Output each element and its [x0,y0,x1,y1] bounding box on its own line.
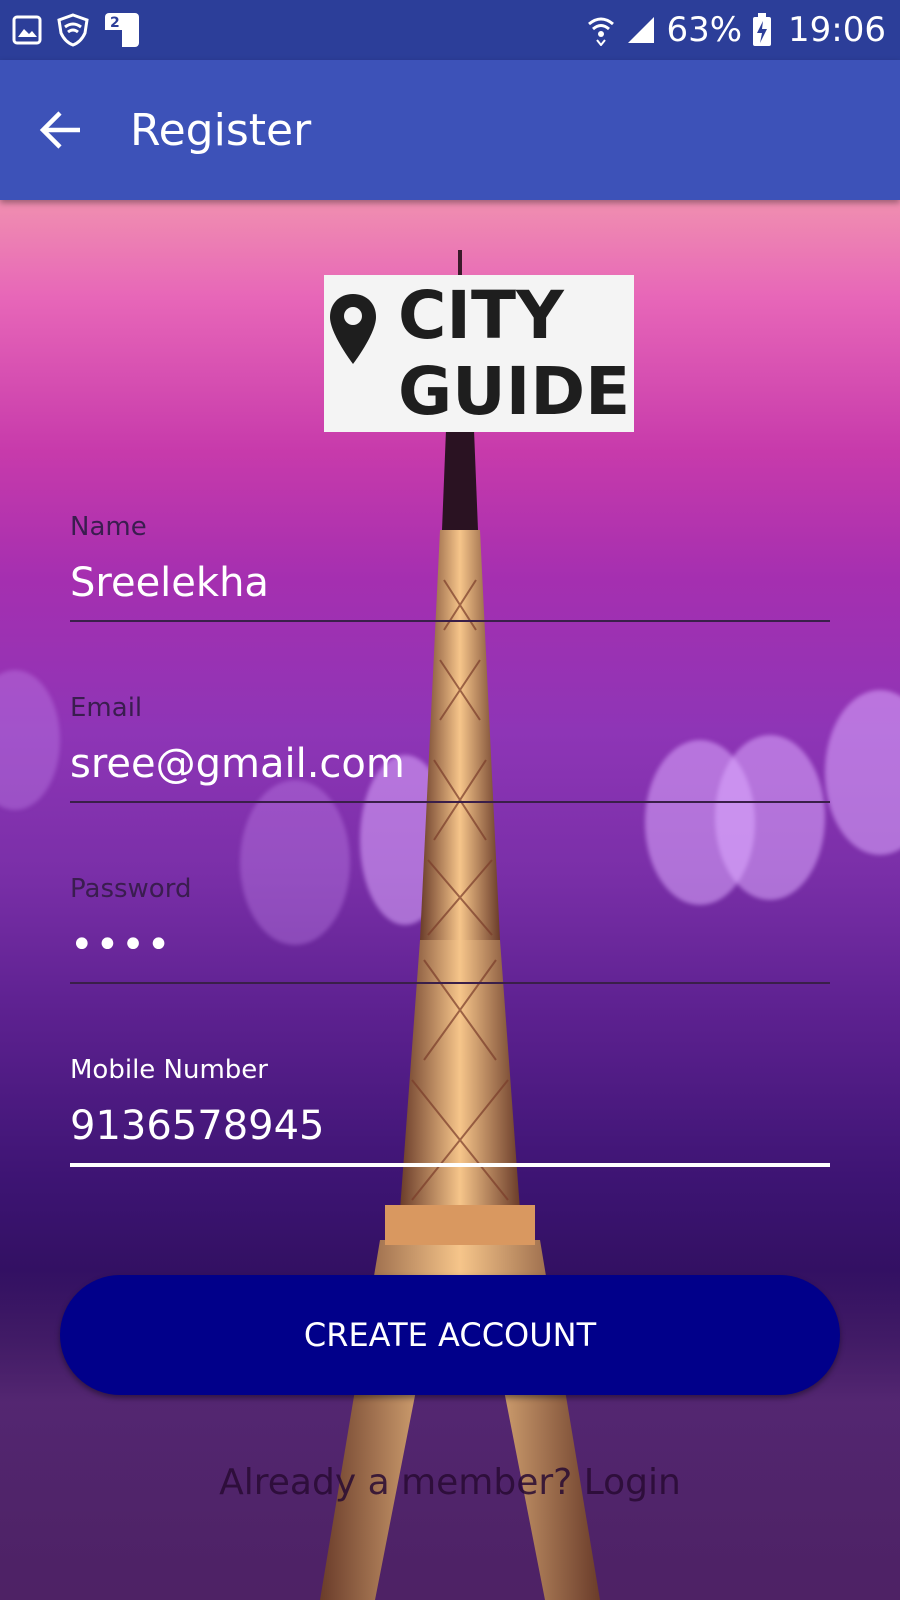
status-bar: 2 63% 19:06 [0,0,900,60]
logo-line-1: CITY [398,276,564,354]
email-label: Email [70,693,143,723]
name-label: Name [70,512,147,542]
email-field: Email sree@gmail.com [70,693,830,803]
signal-icon [626,15,656,45]
password-field: Password •••• [70,874,830,984]
login-link[interactable]: Already a member? Login [0,1462,900,1503]
wifi-icon [586,14,616,46]
mobile-label: Mobile Number [70,1055,268,1085]
city-guide-logo: CITY GUIDE [324,275,634,432]
back-button[interactable] [20,90,100,170]
battery-charging-icon [752,13,772,47]
arrow-back-icon [39,111,80,149]
clock: 19:06 [788,10,886,50]
email-input[interactable]: sree@gmail.com [70,741,830,803]
create-account-button[interactable]: CREATE ACCOUNT [60,1275,840,1395]
mobile-field: Mobile Number 9136578945 [70,1055,830,1167]
battery-percent: 63% [666,10,743,50]
logo-line-2: GUIDE [398,352,631,430]
password-input[interactable]: •••• [70,922,830,984]
app-bar: Register [0,60,900,200]
gallery-icon [12,15,42,45]
svg-text:2: 2 [110,15,120,31]
name-input[interactable]: Sreelekha [70,560,830,622]
name-field: Name Sreelekha [70,512,830,622]
password-label: Password [70,874,192,904]
sim-2-icon: 2 [104,12,140,48]
page-title: Register [130,104,312,156]
map-pin-icon [330,293,376,364]
mobile-input[interactable]: 9136578945 [70,1103,830,1167]
shield-icon [56,13,90,47]
